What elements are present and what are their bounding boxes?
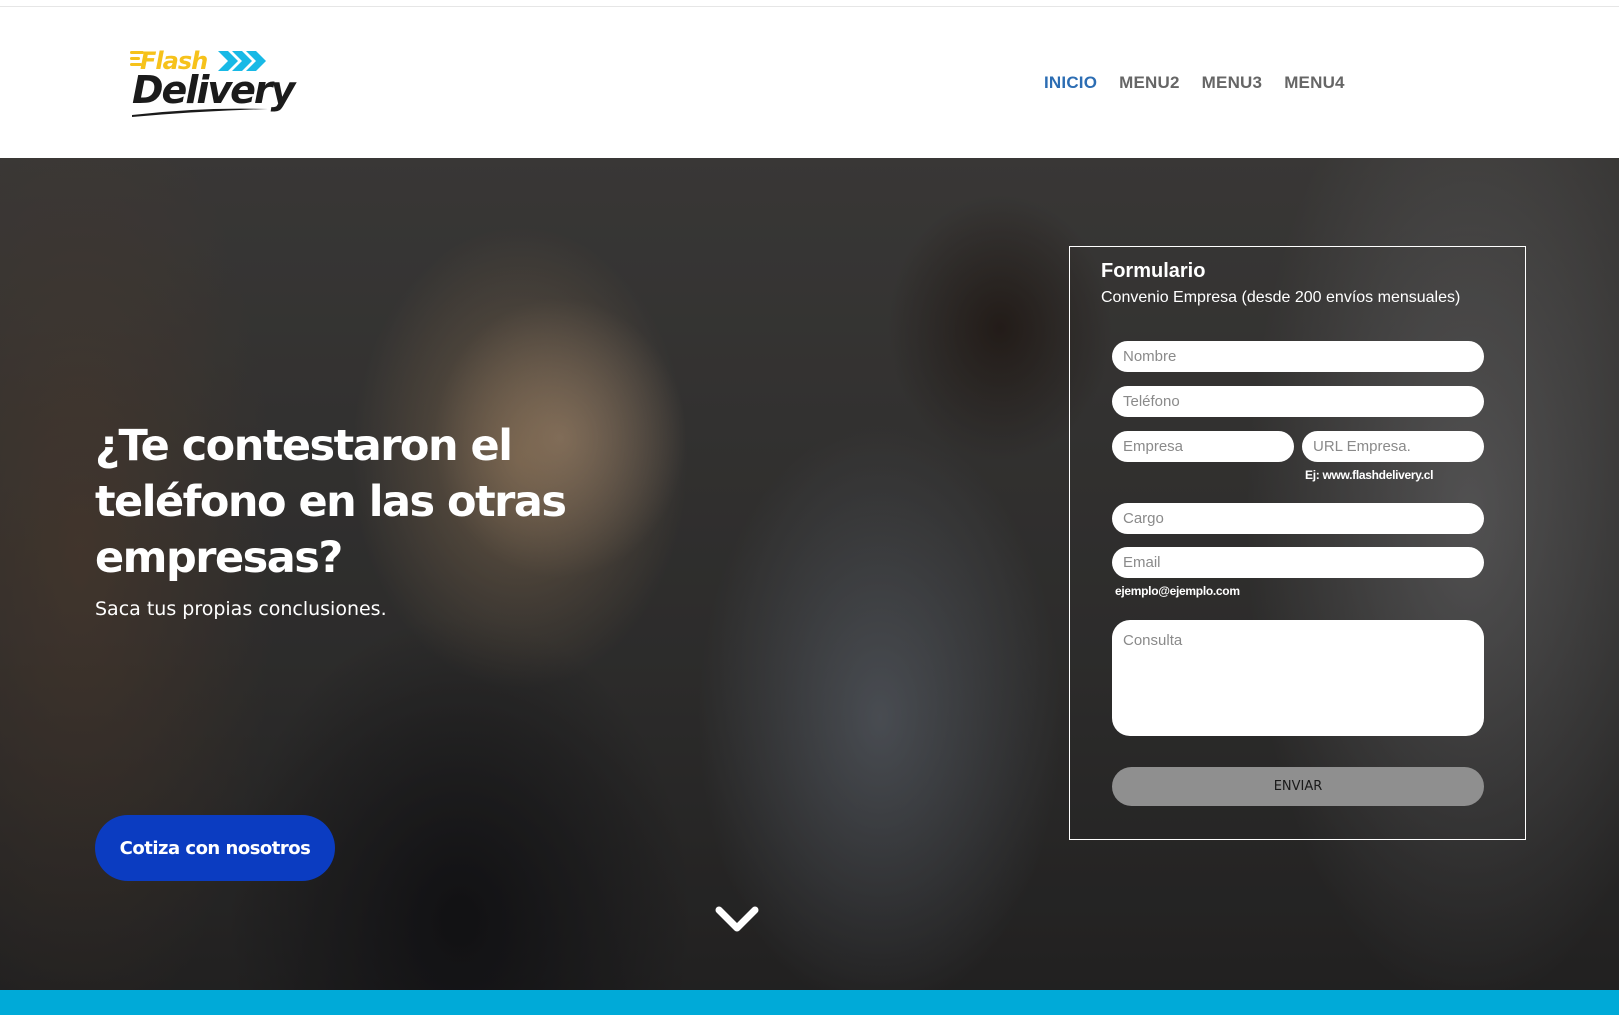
top-rule	[0, 0, 1619, 7]
consulta-textarea[interactable]	[1112, 620, 1484, 736]
telefono-field[interactable]	[1112, 386, 1484, 417]
chevron-down-icon[interactable]	[713, 904, 761, 934]
cargo-field[interactable]	[1112, 503, 1484, 534]
empresa-field[interactable]	[1112, 431, 1294, 462]
email-field[interactable]	[1112, 547, 1484, 578]
form-title: Formulario	[1101, 260, 1206, 282]
nav-item-inicio[interactable]: INICIO	[1044, 73, 1097, 93]
hero-title: ¿Te contestaron el teléfono en las otras…	[95, 421, 567, 583]
nombre-field[interactable]	[1112, 341, 1484, 372]
hero-subtitle: Saca tus propias conclusiones.	[95, 598, 387, 620]
bottom-accent-band	[0, 990, 1619, 1015]
hero-section: ¿Te contestaron el teléfono en las otras…	[0, 158, 1619, 990]
logo-word-delivery: Delivery	[132, 68, 295, 112]
nav-item-menu4[interactable]: MENU4	[1284, 73, 1345, 93]
hero-content: ¿Te contestaron el teléfono en las otras…	[95, 418, 575, 881]
form-subtitle: Convenio Empresa (desde 200 envíos mensu…	[1101, 289, 1461, 306]
nav-item-menu3[interactable]: MENU3	[1202, 73, 1263, 93]
logo-swoosh-icon	[132, 108, 268, 117]
main-nav: INICIO MENU2 MENU3 MENU4	[1044, 73, 1345, 93]
url-empresa-field[interactable]	[1302, 431, 1484, 462]
url-hint: Ej: www.flashdelivery.cl	[1305, 468, 1434, 482]
site-header: Flash Delivery INICIO MENU2 MENU3 MENU4	[0, 7, 1619, 158]
email-hint: ejemplo@ejemplo.com	[1115, 584, 1240, 598]
flash-delivery-logo[interactable]: Flash Delivery	[130, 43, 295, 123]
cotiza-button[interactable]: Cotiza con nosotros	[95, 815, 335, 881]
contact-form: Formulario Convenio Empresa (desde 200 e…	[1069, 246, 1526, 840]
enviar-button[interactable]: ENVIAR	[1112, 767, 1484, 806]
nav-item-menu2[interactable]: MENU2	[1119, 73, 1180, 93]
